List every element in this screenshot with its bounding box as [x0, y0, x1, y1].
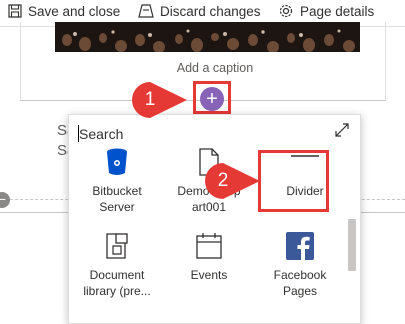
page-details-label: Page details	[300, 3, 375, 19]
calendar-icon	[196, 232, 222, 264]
facebook-icon	[286, 232, 314, 264]
step-number: 2	[217, 170, 229, 191]
toolbox-item-label: Facebook Pages	[273, 268, 327, 298]
section-collapse-icon[interactable]: −	[0, 192, 10, 208]
save-and-close-button[interactable]: Save and close	[8, 0, 120, 22]
discard-changes-button[interactable]: Discard changes	[138, 0, 261, 22]
step-marker-2: 2	[204, 162, 262, 200]
toolbox-item-facebook-pages[interactable]: Facebook Pages	[262, 232, 338, 299]
step-number: 1	[144, 89, 156, 110]
toolbox-item-events[interactable]: Events	[171, 232, 247, 283]
image-caption[interactable]: Add a caption	[0, 61, 405, 75]
toolbox-item-label: Bitbucket Server	[92, 184, 142, 214]
toolbox-item-bitbucket-server[interactable]: Bitbucket Server	[79, 148, 155, 215]
toolbox-item-document-library[interactable]: Document library (pre...	[79, 232, 155, 299]
highlight-box-add-button	[193, 81, 231, 114]
toolbox-item-label: Events	[190, 268, 228, 282]
save-icon	[8, 4, 22, 18]
web-part-toolbox: Bitbucket Server DemoWebp art001 Divider…	[68, 114, 361, 324]
expand-icon[interactable]	[335, 123, 349, 142]
step-marker-1: 1	[131, 81, 189, 119]
toolbox-search-input[interactable]	[77, 123, 319, 145]
save-and-close-label: Save and close	[28, 3, 121, 19]
toolbox-scrollbar-thumb[interactable]	[348, 219, 356, 271]
discard-icon	[138, 4, 154, 18]
text-cursor	[78, 125, 79, 142]
command-bar: Save and close Discard changes Page deta…	[0, 0, 405, 22]
page-details-button[interactable]: Page details	[278, 0, 374, 22]
bitbucket-icon	[106, 148, 128, 180]
document-library-icon	[103, 232, 131, 264]
toolbox-item-label: Document library (pre...	[83, 268, 151, 298]
gear-icon	[278, 3, 294, 19]
discard-changes-label: Discard changes	[160, 3, 261, 19]
hero-image[interactable]	[55, 22, 360, 52]
highlight-box-divider	[258, 150, 329, 212]
